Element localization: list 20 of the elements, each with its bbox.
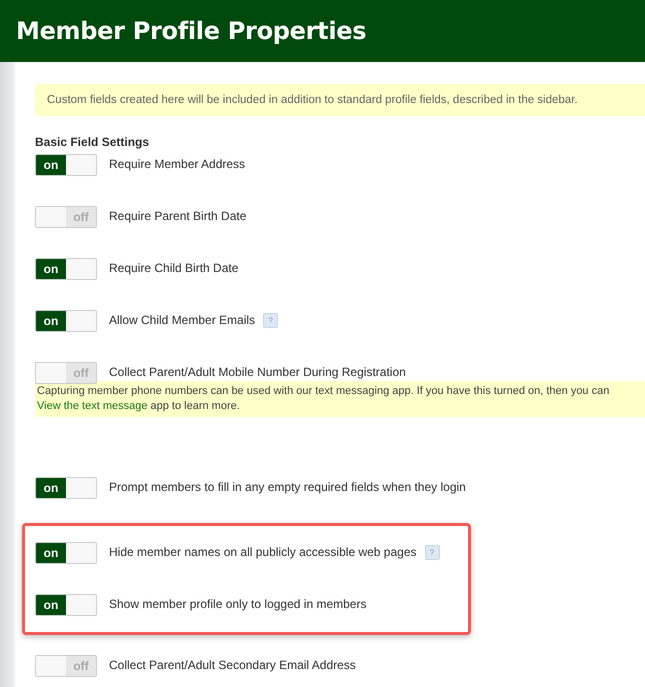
info-notice: Capturing member phone numbers can be used with our text messaging app. If you have this turned on, then you can View the text message app to learn more. — [35, 381, 645, 417]
section-heading: Basic Field Settings — [35, 135, 150, 149]
setting-label: Require Parent Birth Date — [109, 208, 246, 225]
toggle-switch[interactable]: on — [35, 594, 97, 616]
setting-label: Collect Parent/Adult Mobile Number During Registration — [109, 364, 406, 381]
toggle-switch[interactable]: on — [35, 258, 97, 280]
info-notice: Custom fields created here will be included in addition to standard profile fields, described in the sidebar. — [35, 84, 645, 116]
toggle-switch[interactable]: on — [35, 542, 97, 564]
toggle-switch[interactable]: on — [35, 154, 97, 176]
setting-label: Prompt members to fill in any empty required fields when they login — [109, 479, 466, 496]
toggle-switch[interactable]: on — [35, 477, 97, 499]
page-title: Member Profile Properties — [16, 17, 366, 45]
setting-label: Allow Child Member Emails — [109, 312, 256, 329]
setting-label: Show member profile only to logged in members — [109, 596, 366, 613]
setting-label: Hide member names on all publicly accessible web pages — [109, 544, 416, 561]
text-message-link[interactable]: View the text message — [37, 400, 148, 412]
setting-label: Collect Parent/Adult Secondary Email Address — [109, 657, 356, 674]
toggle-switch[interactable]: on — [35, 310, 97, 332]
setting-label: Require Member Address — [109, 156, 246, 173]
setting-label: Require Child Birth Date — [109, 260, 238, 277]
